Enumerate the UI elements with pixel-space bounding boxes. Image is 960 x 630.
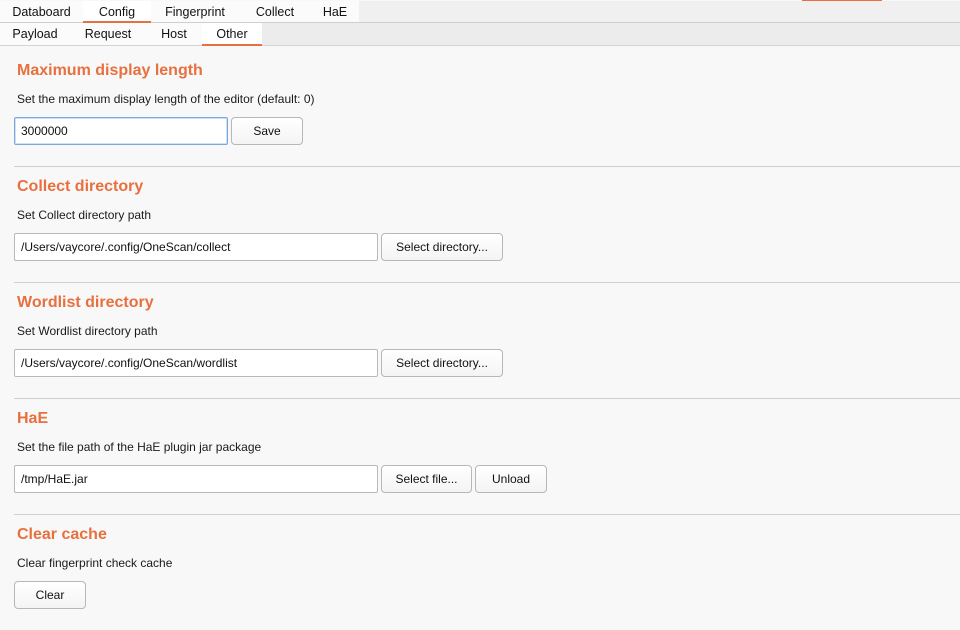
main-tab-bar: Databoard Config Fingerprint Collect HaE — [0, 1, 960, 23]
tab-request-label: Request — [84, 27, 132, 41]
tab-collect[interactable]: Collect — [239, 1, 311, 22]
tab-config-label: Config — [98, 4, 136, 19]
section-divider — [14, 282, 960, 283]
select-collect-directory-button[interactable]: Select directory... — [381, 233, 503, 261]
tab-fingerprint[interactable]: Fingerprint — [151, 1, 239, 22]
section-divider — [14, 398, 960, 399]
tab-collect-label: Collect — [255, 4, 295, 19]
unload-button[interactable]: Unload — [475, 465, 547, 493]
select-wordlist-directory-button[interactable]: Select directory... — [381, 349, 503, 377]
tab-databoard[interactable]: Databoard — [0, 1, 83, 22]
other-settings-panel: Maximum display length Set the maximum d… — [0, 46, 960, 630]
tab-other[interactable]: Other — [202, 23, 262, 46]
save-button[interactable]: Save — [231, 117, 303, 145]
tab-host[interactable]: Host — [146, 23, 202, 45]
hae-jar-path-input[interactable] — [14, 465, 378, 493]
tab-hae[interactable]: HaE — [311, 1, 359, 22]
tab-request[interactable]: Request — [70, 23, 146, 45]
clear-cache-description: Clear fingerprint check cache — [17, 556, 173, 570]
tab-host-label: Host — [161, 27, 187, 41]
wordlist-directory-title: Wordlist directory — [17, 294, 154, 311]
max-display-description: Set the maximum display length of the ed… — [17, 92, 315, 106]
wordlist-directory-input[interactable] — [14, 349, 378, 377]
tab-payload[interactable]: Payload — [0, 23, 70, 45]
config-tab-strip: Payload Request Host Other — [0, 23, 262, 46]
wordlist-directory-description: Set Wordlist directory path — [17, 324, 158, 338]
section-divider — [14, 514, 960, 515]
collect-directory-input[interactable] — [14, 233, 378, 261]
main-tab-strip: Databoard Config Fingerprint Collect HaE — [0, 1, 359, 23]
tab-other-label: Other — [216, 27, 248, 41]
max-display-title: Maximum display length — [17, 62, 203, 79]
tab-payload-label: Payload — [12, 27, 58, 41]
tab-databoard-label: Databoard — [12, 4, 71, 19]
tab-config[interactable]: Config — [83, 1, 151, 23]
tab-hae-label: HaE — [322, 4, 348, 19]
max-display-length-input[interactable] — [14, 117, 228, 145]
select-file-button[interactable]: Select file... — [381, 465, 472, 493]
section-divider — [14, 166, 960, 167]
collect-directory-description: Set Collect directory path — [17, 208, 152, 222]
collect-directory-title: Collect directory — [17, 178, 144, 195]
tab-fingerprint-label: Fingerprint — [165, 4, 225, 19]
clear-cache-title: Clear cache — [17, 526, 107, 543]
config-tab-bar: Payload Request Host Other — [0, 23, 960, 46]
hae-title: HaE — [17, 410, 49, 427]
clear-button[interactable]: Clear — [14, 581, 86, 609]
hae-description: Set the file path of the HaE plugin jar … — [17, 440, 262, 454]
